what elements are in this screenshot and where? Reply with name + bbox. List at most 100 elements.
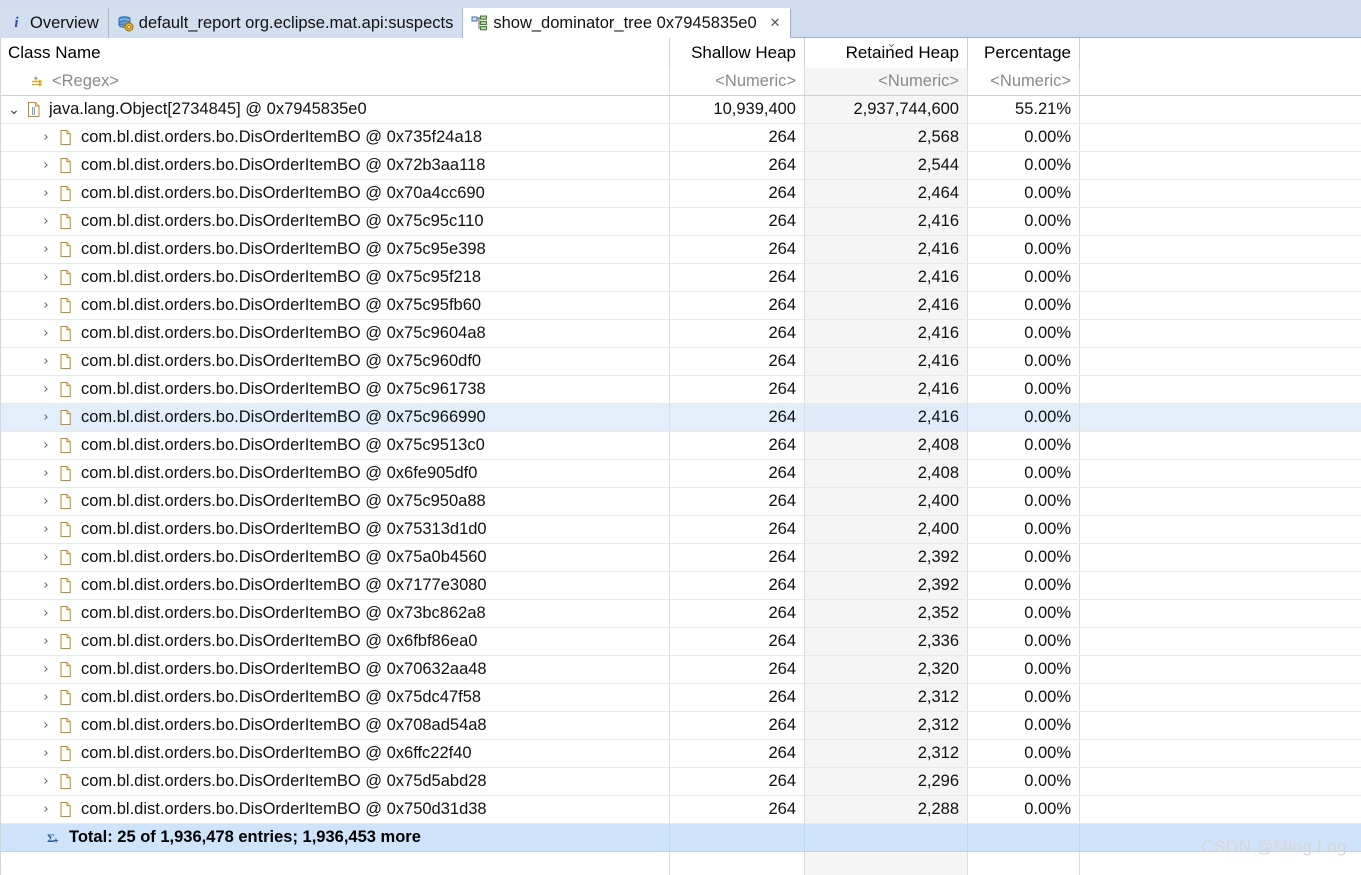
- cell-class-name: › com.bl.dist.orders.bo.DisOrderItemBO @ …: [0, 152, 670, 179]
- table-row[interactable]: › com.bl.dist.orders.bo.DisOrderItemBO @ …: [0, 152, 1361, 180]
- table-row[interactable]: › com.bl.dist.orders.bo.DisOrderItemBO @ …: [0, 488, 1361, 516]
- table-row[interactable]: › com.bl.dist.orders.bo.DisOrderItemBO @ …: [0, 404, 1361, 432]
- cell-class-name: › com.bl.dist.orders.bo.DisOrderItemBO @ …: [0, 348, 670, 375]
- chevron-right-icon[interactable]: ›: [38, 131, 54, 144]
- chevron-right-icon[interactable]: ›: [38, 775, 54, 788]
- tab-show-dominator-tree[interactable]: show_dominator_tree 0x7945835e0 ✕: [463, 8, 791, 38]
- table-row[interactable]: › com.bl.dist.orders.bo.DisOrderItemBO @ …: [0, 684, 1361, 712]
- cell-retained-heap: 2,312: [805, 684, 968, 711]
- table-row[interactable]: › com.bl.dist.orders.bo.DisOrderItemBO @ …: [0, 236, 1361, 264]
- chevron-right-icon[interactable]: ›: [38, 691, 54, 704]
- table-row[interactable]: › com.bl.dist.orders.bo.DisOrderItemBO @ …: [0, 656, 1361, 684]
- chevron-right-icon[interactable]: ›: [38, 523, 54, 536]
- cell-class-name: › com.bl.dist.orders.bo.DisOrderItemBO @ …: [0, 516, 670, 543]
- empty-cell-percentage: [968, 852, 1080, 875]
- chevron-right-icon[interactable]: ›: [38, 411, 54, 424]
- column-header-class-name[interactable]: Class Name: [0, 38, 670, 68]
- cell-class-name: › com.bl.dist.orders.bo.DisOrderItemBO @ …: [0, 656, 670, 683]
- filter-cell-shallow-heap[interactable]: <Numeric>: [670, 68, 805, 95]
- cell-filler: [1080, 152, 1361, 179]
- table-row[interactable]: › com.bl.dist.orders.bo.DisOrderItemBO @ …: [0, 768, 1361, 796]
- chevron-right-icon[interactable]: ›: [38, 299, 54, 312]
- tab-show-dominator-tree-label: show_dominator_tree 0x7945835e0: [493, 14, 757, 33]
- tab-overview[interactable]: i Overview: [0, 8, 109, 38]
- chevron-down-icon[interactable]: ⌄: [6, 103, 22, 117]
- table-row[interactable]: › com.bl.dist.orders.bo.DisOrderItemBO @ …: [0, 600, 1361, 628]
- table-row[interactable]: › com.bl.dist.orders.bo.DisOrderItemBO @ …: [0, 740, 1361, 768]
- chevron-right-icon[interactable]: ›: [38, 187, 54, 200]
- tab-default-report-label: default_report org.eclipse.mat.api:suspe…: [138, 13, 454, 32]
- object-instance-icon: [58, 689, 74, 706]
- table-row[interactable]: › com.bl.dist.orders.bo.DisOrderItemBO @ …: [0, 320, 1361, 348]
- chevron-right-icon[interactable]: ›: [38, 719, 54, 732]
- cell-retained-heap: 2,400: [805, 488, 968, 515]
- total-cell: Σ Total: 25 of 1,936,478 entries; 1,936,…: [0, 824, 670, 851]
- chevron-right-icon[interactable]: ›: [38, 327, 54, 340]
- table-row[interactable]: › com.bl.dist.orders.bo.DisOrderItemBO @ …: [0, 208, 1361, 236]
- table-row[interactable]: › com.bl.dist.orders.bo.DisOrderItemBO @ …: [0, 516, 1361, 544]
- table-row[interactable]: › com.bl.dist.orders.bo.DisOrderItemBO @ …: [0, 180, 1361, 208]
- cell-filler: [1080, 768, 1361, 795]
- cell-filler: [1080, 684, 1361, 711]
- table-row[interactable]: › com.bl.dist.orders.bo.DisOrderItemBO @ …: [0, 264, 1361, 292]
- chevron-right-icon[interactable]: ›: [38, 635, 54, 648]
- close-icon[interactable]: ✕: [770, 16, 781, 31]
- cell-shallow-heap: 264: [670, 236, 805, 263]
- table-row[interactable]: › com.bl.dist.orders.bo.DisOrderItemBO @ …: [0, 628, 1361, 656]
- chevron-right-icon[interactable]: ›: [38, 439, 54, 452]
- cell-percentage: 0.00%: [968, 208, 1080, 235]
- cell-percentage: 0.00%: [968, 600, 1080, 627]
- filter-cell-retained-heap[interactable]: <Numeric>: [805, 68, 968, 95]
- table-row[interactable]: › com.bl.dist.orders.bo.DisOrderItemBO @ …: [0, 376, 1361, 404]
- table-row[interactable]: › com.bl.dist.orders.bo.DisOrderItemBO @ …: [0, 712, 1361, 740]
- object-instance-icon: [58, 633, 74, 650]
- cell-percentage: 0.00%: [968, 768, 1080, 795]
- cell-percentage: 55.21%: [968, 96, 1080, 123]
- table-row[interactable]: › com.bl.dist.orders.bo.DisOrderItemBO @ …: [0, 292, 1361, 320]
- chevron-right-icon[interactable]: ›: [38, 803, 54, 816]
- chevron-right-icon[interactable]: ›: [38, 747, 54, 760]
- chevron-right-icon[interactable]: ›: [38, 579, 54, 592]
- filter-cell-percentage[interactable]: <Numeric>: [968, 68, 1080, 95]
- cell-shallow-heap: 264: [670, 544, 805, 571]
- filter-cell-class-name[interactable]: <Regex>: [0, 68, 670, 95]
- table-row[interactable]: › com.bl.dist.orders.bo.DisOrderItemBO @ …: [0, 572, 1361, 600]
- chevron-right-icon[interactable]: ›: [38, 355, 54, 368]
- class-name-label: com.bl.dist.orders.bo.DisOrderItemBO @ 0…: [81, 688, 482, 706]
- table-row-root[interactable]: ⌄ [] java.lang.Object[2734845] @ 0x79458…: [0, 96, 1361, 124]
- chevron-right-icon[interactable]: ›: [38, 607, 54, 620]
- info-icon: i: [14, 14, 19, 31]
- tab-bar-filler: [790, 8, 1361, 38]
- table-row[interactable]: › com.bl.dist.orders.bo.DisOrderItemBO @ …: [0, 432, 1361, 460]
- column-header-shallow-heap[interactable]: Shallow Heap: [670, 38, 805, 68]
- cell-filler: [1080, 180, 1361, 207]
- chevron-right-icon[interactable]: ›: [38, 271, 54, 284]
- dominator-tree-table: Class Name Shallow Heap Retained Heap Pe…: [0, 36, 1361, 875]
- cell-filler: [1080, 544, 1361, 571]
- total-cell-shallow-heap: [670, 824, 805, 851]
- chevron-right-icon[interactable]: ›: [38, 159, 54, 172]
- chevron-right-icon[interactable]: ›: [38, 383, 54, 396]
- column-header-percentage[interactable]: Percentage: [968, 38, 1080, 68]
- table-row[interactable]: › com.bl.dist.orders.bo.DisOrderItemBO @ …: [0, 544, 1361, 572]
- chevron-right-icon[interactable]: ›: [38, 551, 54, 564]
- object-instance-icon: [58, 549, 74, 566]
- cell-shallow-heap: 264: [670, 740, 805, 767]
- object-instance-icon: [58, 661, 74, 678]
- chevron-right-icon[interactable]: ›: [38, 495, 54, 508]
- chevron-right-icon[interactable]: ›: [38, 467, 54, 480]
- chevron-right-icon[interactable]: ›: [38, 215, 54, 228]
- table-row[interactable]: › com.bl.dist.orders.bo.DisOrderItemBO @ …: [0, 460, 1361, 488]
- table-row[interactable]: › com.bl.dist.orders.bo.DisOrderItemBO @ …: [0, 348, 1361, 376]
- table-row[interactable]: › com.bl.dist.orders.bo.DisOrderItemBO @ …: [0, 796, 1361, 824]
- empty-cell-filler: [1080, 852, 1361, 875]
- class-name-label: com.bl.dist.orders.bo.DisOrderItemBO @ 0…: [81, 464, 478, 482]
- chevron-right-icon[interactable]: ›: [38, 243, 54, 256]
- cell-shallow-heap: 264: [670, 124, 805, 151]
- cell-filler: [1080, 572, 1361, 599]
- table-row[interactable]: › com.bl.dist.orders.bo.DisOrderItemBO @ …: [0, 124, 1361, 152]
- chevron-right-icon[interactable]: ›: [38, 663, 54, 676]
- tab-default-report[interactable]: default_report org.eclipse.mat.api:suspe…: [108, 8, 464, 38]
- cell-shallow-heap: 264: [670, 488, 805, 515]
- class-name-label: com.bl.dist.orders.bo.DisOrderItemBO @ 0…: [81, 576, 487, 594]
